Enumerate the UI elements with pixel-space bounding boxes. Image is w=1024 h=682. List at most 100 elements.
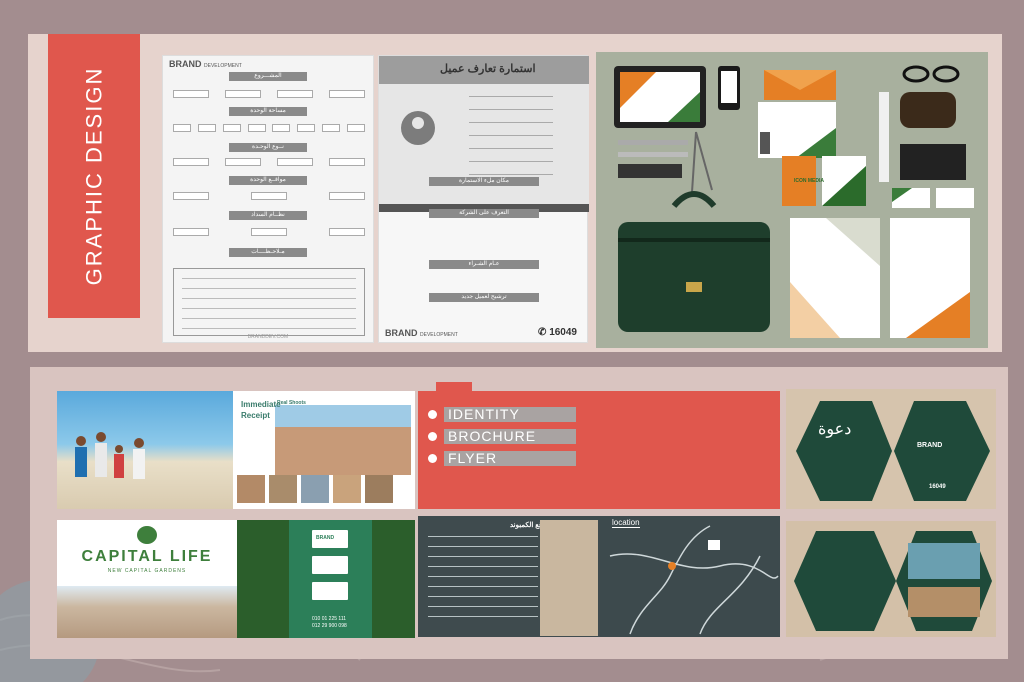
form2-phone-text: 16049 (549, 327, 577, 338)
location-label: location (612, 518, 640, 528)
user-avatar-icon (401, 111, 435, 145)
text-line (428, 536, 538, 537)
stationery-brand: ICON MEDIA (794, 178, 824, 184)
menu-item-brochure[interactable]: BROCHURE (428, 429, 576, 444)
form2-brand-text: BRAND (385, 328, 418, 338)
checkbox[interactable] (329, 228, 365, 236)
side-title: GRAPHIC DESIGN (81, 66, 107, 286)
checkbox[interactable] (329, 192, 365, 200)
text-line (428, 596, 538, 597)
text-line (428, 606, 538, 607)
form1-row-unit-type (173, 158, 365, 166)
bullet-icon (428, 432, 437, 441)
form1-section-unit-type: نــوع الوحـدة (229, 143, 307, 152)
invitation-title: دعوة (818, 419, 852, 438)
leaves-left (237, 520, 289, 638)
text-line (428, 616, 538, 617)
form2-phone: ✆ 16049 (538, 327, 577, 338)
form2-field-line[interactable] (469, 174, 553, 175)
checkbox[interactable] (197, 124, 216, 132)
checkbox[interactable] (173, 124, 191, 132)
menu-item-label: FLYER (444, 451, 576, 466)
stationery-illustration (614, 65, 974, 338)
bullet-icon (428, 410, 437, 419)
form1-brand-sub: DEVELOPMENT (204, 63, 242, 69)
menu-item-label: BROCHURE (444, 429, 576, 444)
checkbox[interactable] (173, 90, 209, 98)
green-flyer-phone-2: 012 29 900 098 (312, 623, 347, 629)
checkbox[interactable] (329, 90, 365, 98)
capital-life-cover: CAPITAL LIFE NEW CAPITAL GARDENS (57, 520, 237, 638)
checkbox[interactable] (277, 90, 313, 98)
logo-box (312, 582, 348, 600)
form-sample-1: BRAND DEVELOPMENT المشـــروع مساحة الوحد… (162, 55, 374, 343)
invitation-card-front (786, 389, 996, 509)
checkbox[interactable] (173, 158, 209, 166)
form1-section-payment: نظــام السداد (229, 211, 307, 220)
checkbox[interactable] (173, 192, 209, 200)
green-flyer-brand: BRAND (316, 535, 335, 541)
text-line (428, 586, 538, 587)
menu-item-label: IDENTITY (444, 407, 576, 422)
form2-field-line[interactable] (469, 122, 553, 123)
location-map (600, 516, 780, 637)
form1-row-project (173, 90, 365, 98)
form2-section-referral: ترشيح لعميل جديد (429, 293, 539, 302)
bullet-icon (428, 454, 437, 463)
capital-life-logo-icon (137, 526, 157, 544)
form1-row-location (173, 192, 365, 200)
checkbox[interactable] (272, 124, 291, 132)
text-line (428, 576, 538, 577)
form2-section-place: مكان ملء الاستمارة (429, 177, 539, 186)
form1-section-area: مساحة الوحدة (229, 107, 307, 116)
form2-section-purchase: عـام الشـراء (429, 260, 539, 269)
capital-life-title: CAPITAL LIFE (81, 548, 213, 565)
form1-row-payment (173, 228, 365, 236)
checkbox[interactable] (247, 124, 266, 132)
checkbox[interactable] (251, 228, 287, 236)
map-roads (609, 525, 779, 635)
checkbox[interactable] (346, 124, 365, 132)
hexagon-cards (796, 401, 990, 501)
checkbox[interactable] (297, 124, 316, 132)
text-line (428, 546, 538, 547)
form2-field-line[interactable] (469, 148, 553, 149)
form1-notes-box[interactable] (173, 268, 365, 336)
checkbox[interactable] (329, 158, 365, 166)
checkbox[interactable] (277, 158, 313, 166)
checkbox[interactable] (225, 90, 261, 98)
beach-photo (57, 391, 233, 509)
form2-section-know: التعرف على الشركة (429, 209, 539, 218)
form2-title: استمارة تعارف عميل (440, 63, 536, 75)
checkbox[interactable] (225, 158, 261, 166)
text-line (428, 556, 538, 557)
invitation-phone: 16049 (929, 484, 946, 490)
invitation-card-back (786, 521, 996, 637)
form2-field-line[interactable] (469, 109, 553, 110)
menu-item-identity[interactable]: IDENTITY (428, 407, 576, 422)
checkbox[interactable] (173, 228, 209, 236)
form1-section-location: مواقــع الوحدة (229, 176, 307, 185)
form2-brand: BRAND DEVELOPMENT (385, 328, 458, 338)
form2-brand-sub: DEVELOPMENT (420, 332, 458, 338)
form1-notes-label: مـلاحـظــــات (229, 248, 307, 257)
invitation-brand: BRAND (917, 442, 943, 449)
leaves-right (372, 520, 415, 638)
building-photo (57, 586, 237, 638)
capital-life-subtitle: NEW CAPITAL GARDENS (107, 568, 187, 574)
family-illustration (75, 432, 145, 479)
form2-info-box (379, 84, 589, 204)
stationery-mockup: ICON MEDIA (596, 52, 988, 348)
checkbox[interactable] (222, 124, 241, 132)
checkbox[interactable] (251, 192, 287, 200)
checkbox[interactable] (322, 124, 341, 132)
form2-field-line[interactable] (469, 135, 553, 136)
form-sample-2: مكان ملء الاستمارة التعرف على الشركة عـا… (378, 55, 589, 343)
brochure-heading: Immediate Receipt (241, 400, 281, 420)
side-title-container: GRAPHIC DESIGN (48, 34, 140, 318)
form2-field-line[interactable] (469, 96, 553, 97)
form1-footer: BRANDDEV.COM (247, 334, 289, 340)
form2-field-line[interactable] (469, 161, 553, 162)
form1-brand: BRAND DEVELOPMENT (169, 59, 242, 69)
menu-item-flyer[interactable]: FLYER (428, 451, 576, 466)
